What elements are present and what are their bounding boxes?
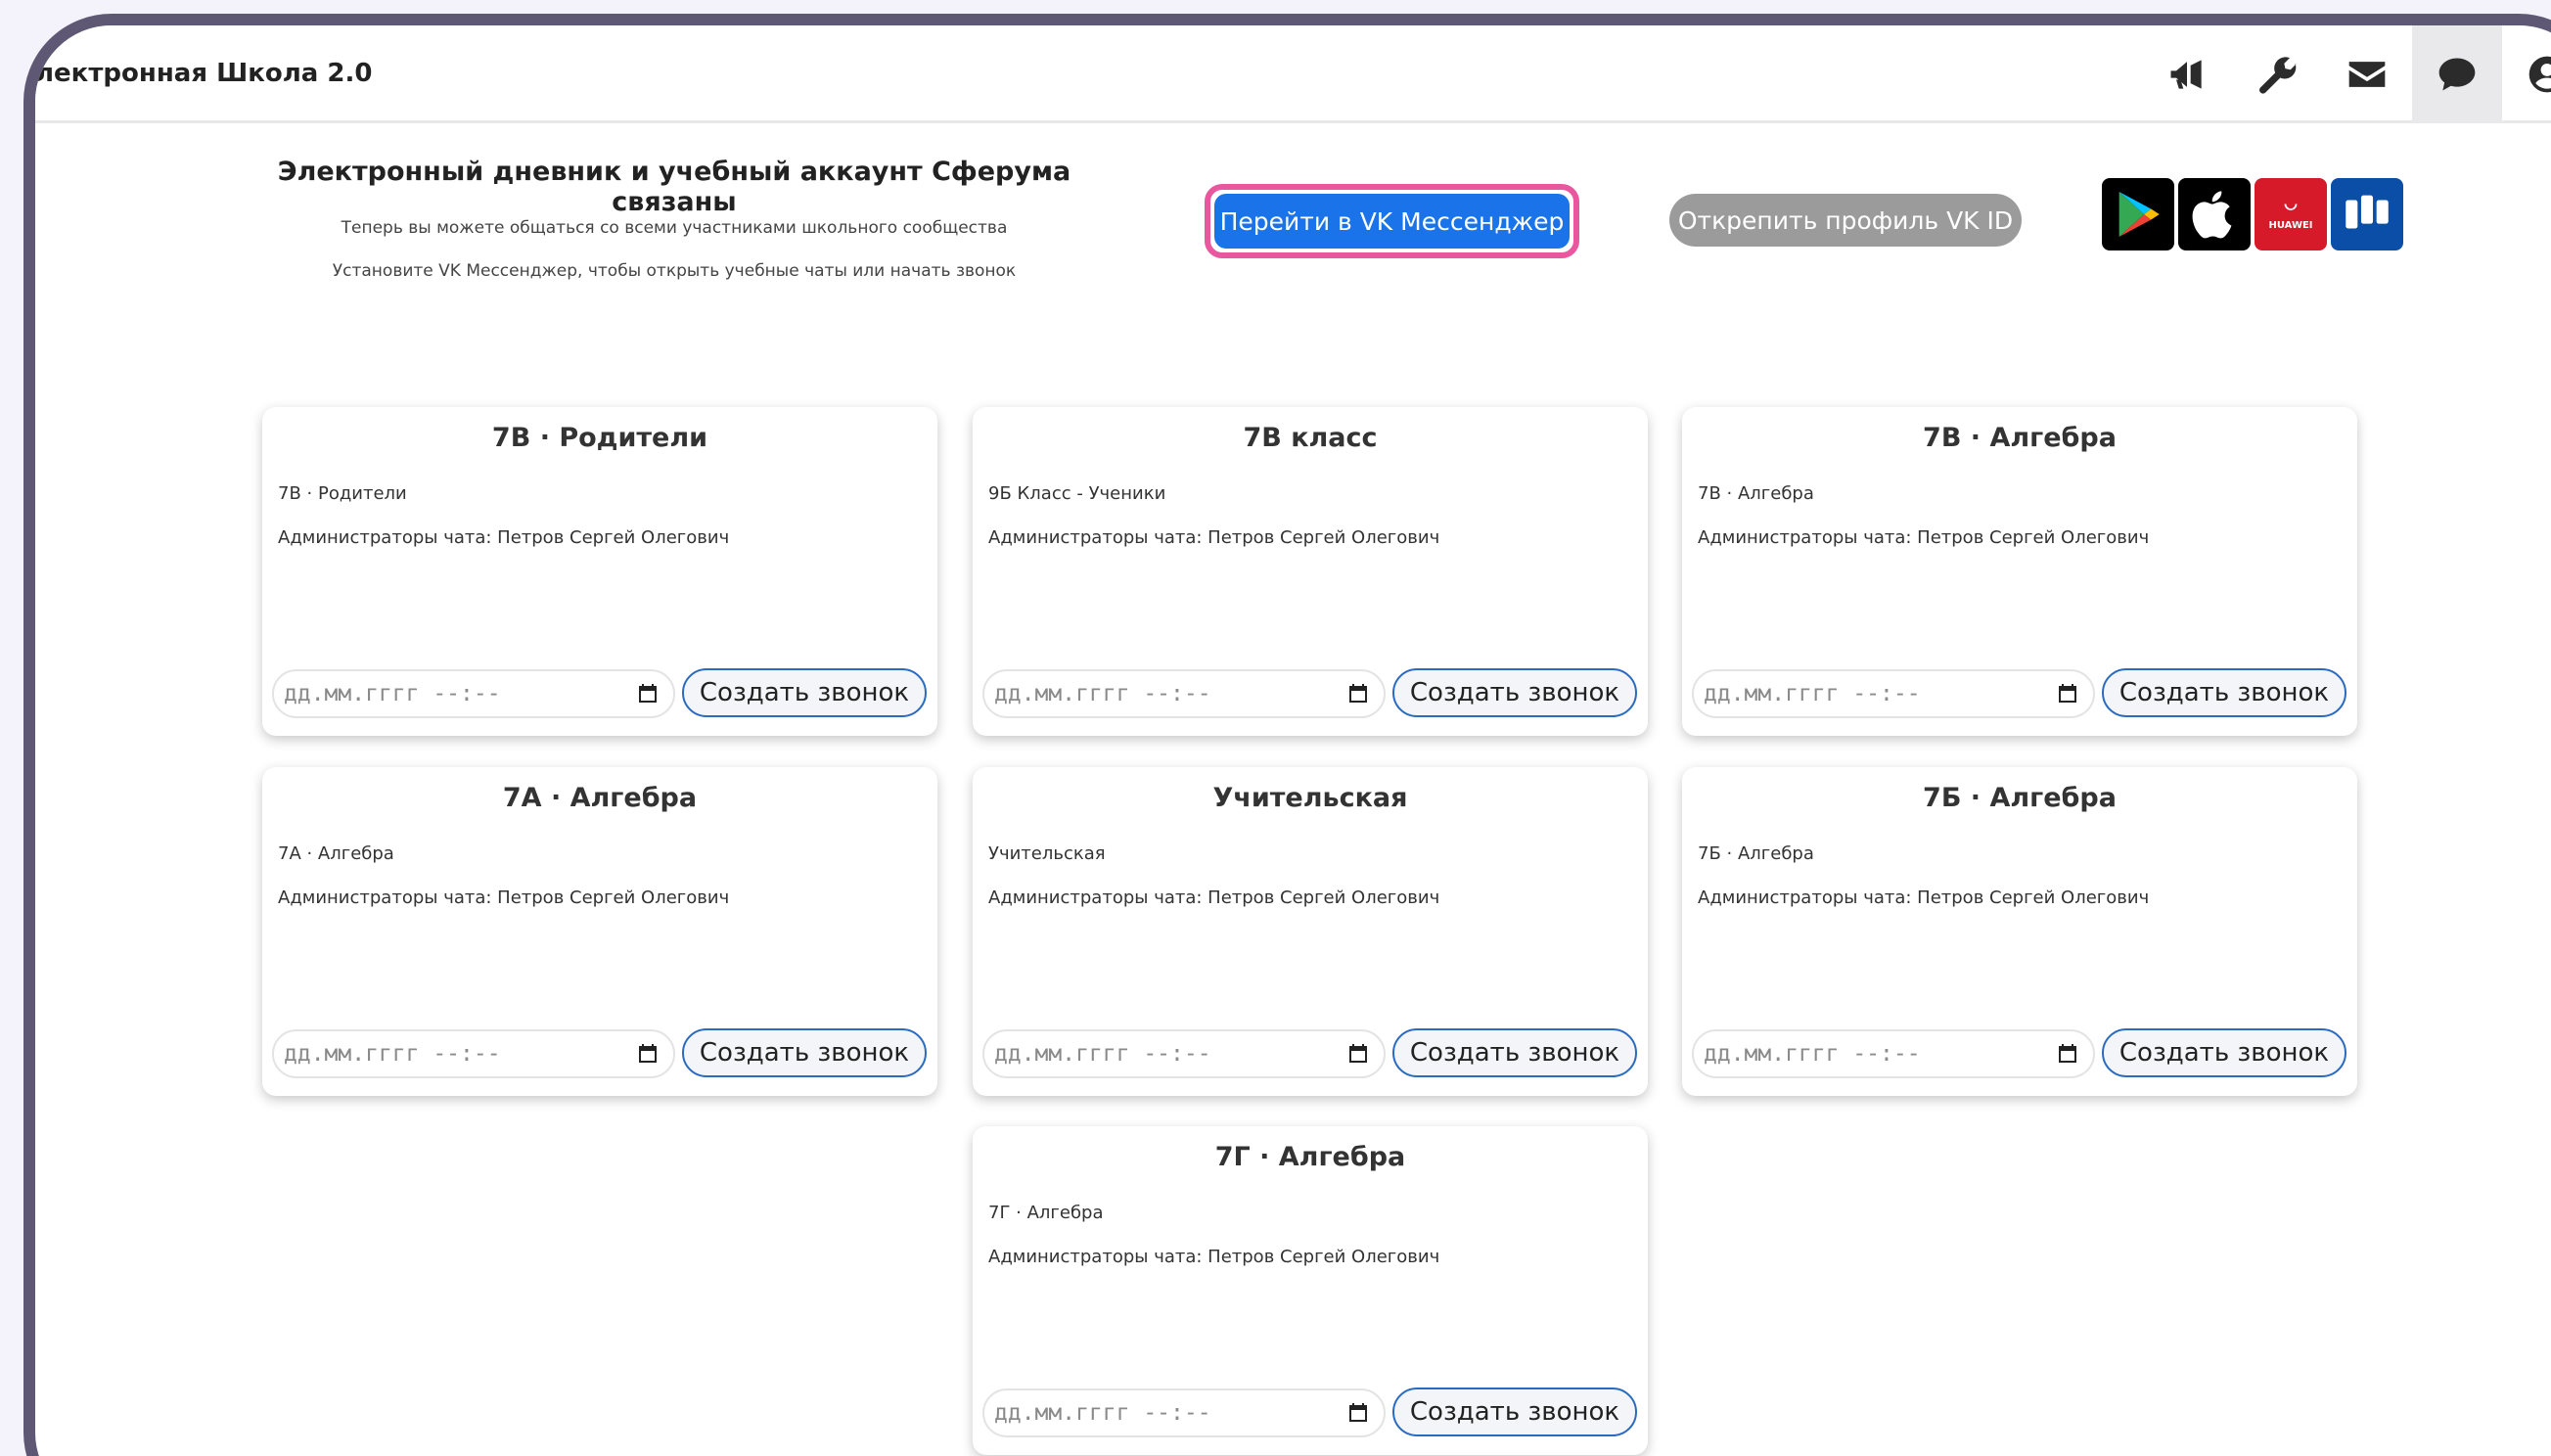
chat-icon[interactable] [2412,25,2502,123]
banner-title: Электронный дневник и учебный аккаунт Сф… [277,157,1071,217]
chat-card-title: Учительская [1212,783,1408,813]
call-datetime-input[interactable]: дд.мм.гггг --:-- [1692,669,2095,718]
datetime-placeholder: дд.мм.гггг --:-- [284,1041,501,1067]
call-datetime-input[interactable]: дд.мм.гггг --:-- [982,1388,1386,1437]
chat-card-subtitle: 7Б · Алгебра [1698,843,1814,864]
chat-card: 7В · Родители 7В · Родители Администрато… [262,407,937,736]
huawei-label: HUAWEI [2268,219,2313,231]
chat-card-admins: Администраторы чата: Петров Сергей Олего… [278,527,730,548]
chat-card-title: 7В · Родители [491,423,708,453]
create-call-button[interactable]: Создать звонок [1392,668,1637,717]
chat-card-title: 7В · Алгебра [1923,423,2117,453]
user-circle-icon[interactable] [2502,25,2551,123]
datetime-placeholder: дд.мм.гггг --:-- [994,1041,1211,1067]
calendar-icon[interactable] [1346,1042,1370,1066]
google-play-icon[interactable] [2102,178,2174,250]
calendar-icon[interactable] [2056,1042,2079,1066]
call-datetime-input[interactable]: дд.мм.гггг --:-- [982,1029,1386,1078]
create-call-button[interactable]: Создать звонок [1392,1388,1637,1436]
datetime-placeholder: дд.мм.гггг --:-- [994,681,1211,706]
open-vk-messenger-label: Перейти в VK Мессенджер [1214,194,1570,249]
call-datetime-input[interactable]: дд.мм.гггг --:-- [982,669,1386,718]
chat-card-subtitle: 7Г · Алгебра [988,1203,1104,1223]
call-datetime-input[interactable]: дд.мм.гггг --:-- [1692,1029,2095,1078]
chat-card-admins: Администраторы чата: Петров Сергей Олего… [988,887,1440,908]
chat-card-admins: Администраторы чата: Петров Сергей Олего… [1698,527,2150,548]
calendar-icon[interactable] [1346,1401,1370,1425]
huawei-appgallery-icon[interactable]: HUAWEI [2255,178,2327,250]
chat-card-subtitle: Учительская [988,843,1106,864]
create-call-button[interactable]: Создать звонок [2102,668,2346,717]
open-vk-messenger-button[interactable]: Перейти в VK Мессенджер [1205,184,1579,258]
call-datetime-input[interactable]: дд.мм.гггг --:-- [272,1029,675,1078]
chat-card: 7В класс 9Б Класс - Ученики Администрато… [973,407,1648,736]
chat-card-admins: Администраторы чата: Петров Сергей Олего… [278,887,730,908]
create-call-button[interactable]: Создать звонок [2102,1028,2346,1077]
create-call-button[interactable]: Создать звонок [1392,1028,1637,1077]
chat-card: 7Г · Алгебра 7Г · Алгебра Администраторы… [973,1126,1648,1455]
chat-card-admins: Администраторы чата: Петров Сергей Олего… [1698,887,2150,908]
chat-card-title: 7В класс [1243,423,1378,453]
unpin-vk-id-button[interactable]: Открепить профиль VK ID [1669,194,2022,247]
call-datetime-input[interactable]: дд.мм.гггг --:-- [272,669,675,718]
calendar-icon[interactable] [2056,682,2079,705]
chat-card: 7В · Алгебра 7В · Алгебра Администраторы… [1682,407,2357,736]
chat-card-title: 7А · Алгебра [502,783,698,813]
app-window: лектронная Школа 2.0 Электронный дневник… [23,14,2551,1456]
create-call-button[interactable]: Создать звонок [682,668,927,717]
chat-card-admins: Администраторы чата: Петров Сергей Олего… [988,1247,1440,1267]
banner-text-line: Установите VK Мессенджер, чтобы открыть … [332,261,1017,281]
chat-card-subtitle: 7В · Алгебра [1698,483,1814,504]
chat-card-title: 7Б · Алгебра [1923,783,2117,813]
datetime-placeholder: дд.мм.гггг --:-- [1704,1041,1921,1067]
wrench-icon[interactable] [2232,25,2322,123]
calendar-icon[interactable] [636,1042,660,1066]
chat-card: 7Б · Алгебра 7Б · Алгебра Администраторы… [1682,767,2357,1096]
megaphone-icon[interactable] [2142,25,2232,123]
calendar-icon[interactable] [636,682,660,705]
chat-card-subtitle: 7А · Алгебра [278,843,394,864]
calendar-icon[interactable] [1346,682,1370,705]
chat-card-admins: Администраторы чата: Петров Сергей Олего… [988,527,1440,548]
datetime-placeholder: дд.мм.гггг --:-- [1704,681,1921,706]
envelope-icon[interactable] [2322,25,2412,123]
chat-card-subtitle: 9Б Класс - Ученики [988,483,1166,504]
banner-text-line: Теперь вы можете общаться со всеми участ… [341,218,1008,238]
apple-app-store-icon[interactable] [2178,178,2251,250]
top-navigation-bar: лектронная Школа 2.0 [35,25,2551,123]
app-title: лектронная Школа 2.0 [35,59,373,88]
chat-card: Учительская Учительская Администраторы ч… [973,767,1648,1096]
rustore-icon[interactable] [2331,178,2403,250]
datetime-placeholder: дд.мм.гггг --:-- [994,1400,1211,1426]
chat-card-subtitle: 7В · Родители [278,483,407,504]
create-call-button[interactable]: Создать звонок [682,1028,927,1077]
datetime-placeholder: дд.мм.гггг --:-- [284,681,501,706]
chat-card-title: 7Г · Алгебра [1214,1142,1406,1172]
chat-card: 7А · Алгебра 7А · Алгебра Администраторы… [262,767,937,1096]
